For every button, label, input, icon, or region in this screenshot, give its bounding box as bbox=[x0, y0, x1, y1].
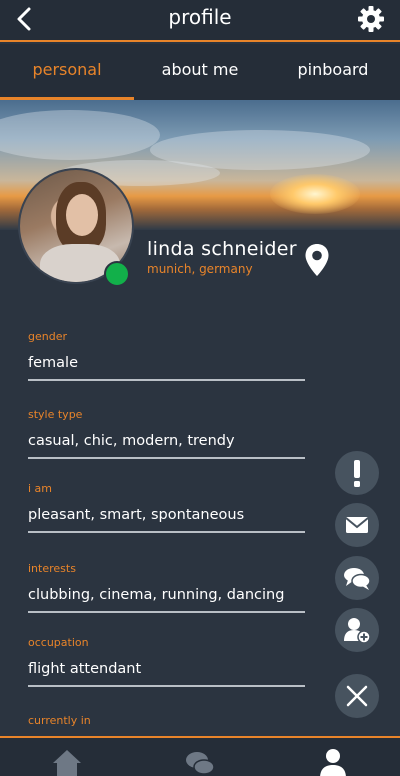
message-button[interactable] bbox=[335, 503, 379, 547]
field-currently-in: currently in bbox=[28, 714, 305, 727]
report-button[interactable] bbox=[335, 451, 379, 495]
field-value[interactable]: flight attendant bbox=[28, 661, 305, 687]
map-pin-icon[interactable] bbox=[304, 243, 330, 277]
home-icon[interactable] bbox=[50, 746, 84, 776]
field-i-am: i am pleasant, smart, spontaneous bbox=[28, 482, 305, 533]
field-label: currently in bbox=[28, 714, 91, 727]
field-style-type: style type casual, chic, modern, trendy bbox=[28, 408, 305, 459]
close-button[interactable] bbox=[335, 674, 379, 718]
online-status-indicator bbox=[104, 261, 130, 287]
tab-personal[interactable]: personal bbox=[0, 44, 134, 100]
envelope-icon bbox=[345, 517, 369, 533]
field-label: gender bbox=[28, 330, 67, 343]
field-value[interactable]: clubbing, cinema, running, dancing bbox=[28, 587, 305, 613]
field-value[interactable]: female bbox=[28, 355, 305, 381]
add-contact-button[interactable] bbox=[335, 608, 379, 652]
field-value[interactable]: casual, chic, modern, trendy bbox=[28, 433, 305, 459]
field-label: i am bbox=[28, 482, 53, 495]
profile-name: linda schneider bbox=[147, 238, 297, 260]
chat-button[interactable] bbox=[335, 556, 379, 600]
exclamation-icon bbox=[354, 460, 360, 487]
field-interests: interests clubbing, cinema, running, dan… bbox=[28, 562, 305, 613]
field-label: interests bbox=[28, 562, 76, 575]
field-value[interactable]: pleasant, smart, spontaneous bbox=[28, 507, 305, 533]
gear-icon[interactable] bbox=[356, 4, 386, 34]
profile-location: munich, germany bbox=[147, 262, 253, 276]
chat-bubbles-icon bbox=[344, 568, 371, 590]
top-bar: profile bbox=[0, 0, 400, 42]
bottom-nav bbox=[0, 736, 400, 776]
user-icon[interactable] bbox=[316, 746, 350, 776]
chat-icon[interactable] bbox=[183, 746, 217, 776]
field-label: style type bbox=[28, 408, 83, 421]
page-title: profile bbox=[168, 5, 232, 29]
add-user-icon bbox=[344, 618, 371, 644]
close-icon bbox=[346, 685, 368, 707]
tab-pinboard[interactable]: pinboard bbox=[266, 44, 400, 100]
field-occupation: occupation flight attendant bbox=[28, 636, 305, 687]
tab-about-me[interactable]: about me bbox=[134, 44, 266, 100]
field-gender: gender female bbox=[28, 330, 305, 381]
field-label: occupation bbox=[28, 636, 89, 649]
tab-bar: personal about me pinboard bbox=[0, 44, 400, 100]
